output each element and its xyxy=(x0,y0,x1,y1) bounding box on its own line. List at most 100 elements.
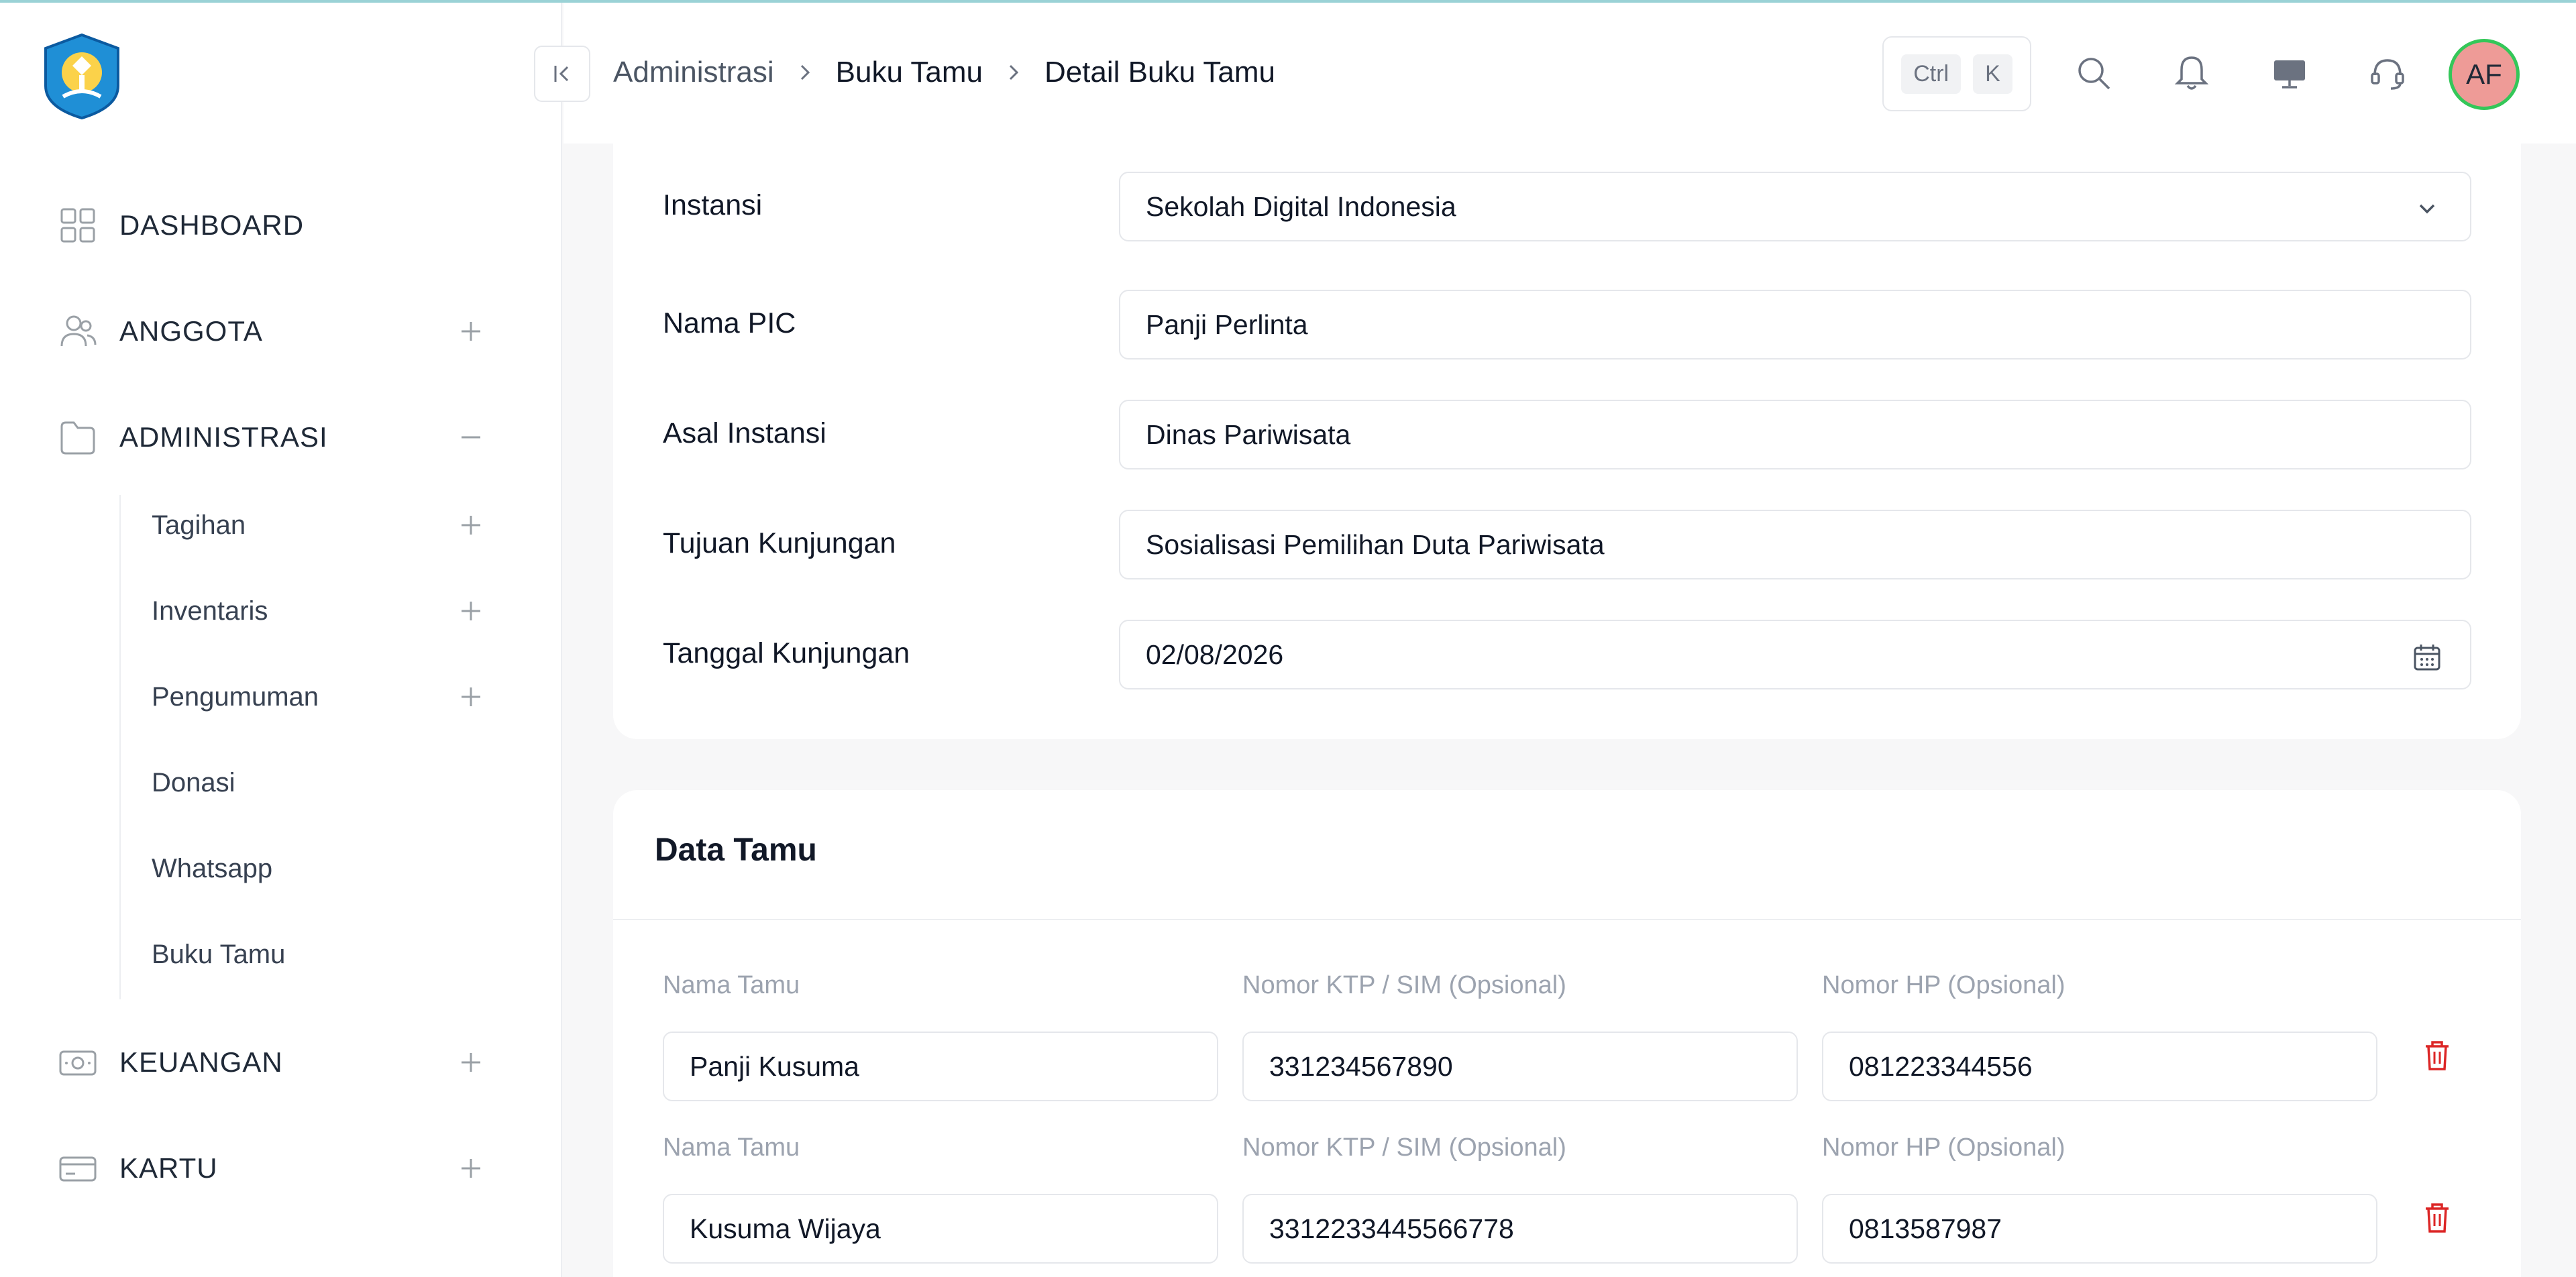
folder-icon xyxy=(60,421,95,455)
label-nama-pic: Nama PIC xyxy=(663,307,796,339)
collapse-left-icon xyxy=(554,66,569,82)
asal-instansi-input[interactable]: Dinas Pariwisata xyxy=(1119,400,2471,469)
guest-name-input[interactable]: Kusuma Wijaya xyxy=(663,1194,1218,1264)
guest-name-value: Kusuma Wijaya xyxy=(690,1213,881,1244)
guest-id-input[interactable]: 3312233445566778 xyxy=(1242,1194,1798,1264)
nav-keuangan[interactable]: KEUANGAN xyxy=(0,1029,562,1096)
card-divider xyxy=(613,919,2521,920)
nav-anggota-label: ANGGOTA xyxy=(119,315,263,347)
cash-icon xyxy=(59,1050,97,1076)
bell-icon[interactable] xyxy=(2171,52,2212,94)
guest-phone-input[interactable]: 081223344556 xyxy=(1822,1032,2377,1101)
guest-phone-value: 081223344556 xyxy=(1849,1050,2033,1082)
row-tanggal-kunjungan: Tanggal Kunjungan 02/08/2026 xyxy=(613,620,2471,689)
label-nomor-hp: Nomor HP (Opsional) xyxy=(1822,1133,2065,1162)
sidebar-item-buku-tamu[interactable]: Buku Tamu xyxy=(152,924,527,985)
sidebar-item-inventaris[interactable]: Inventaris xyxy=(152,581,527,641)
nav-kartu[interactable]: KARTU xyxy=(0,1135,562,1202)
row-asal-instansi: Asal Instansi Dinas Pariwisata xyxy=(613,400,2471,469)
app-logo[interactable] xyxy=(39,32,125,121)
chevron-down-icon xyxy=(2419,204,2435,214)
sidebar-item-label: Pengumuman xyxy=(152,681,319,712)
plus-icon[interactable] xyxy=(456,682,486,712)
nav-administrasi-label: ADMINISTRASI xyxy=(119,421,328,453)
plus-icon[interactable] xyxy=(456,510,486,540)
guest-id-input[interactable]: 331234567890 xyxy=(1242,1032,1798,1101)
avatar[interactable]: AF xyxy=(2449,39,2520,110)
asal-instansi-value: Dinas Pariwisata xyxy=(1146,419,1351,450)
guest-id-value: 331234567890 xyxy=(1269,1050,1453,1082)
guest-id-value: 3312233445566778 xyxy=(1269,1213,1514,1244)
label-asal-instansi: Asal Instansi xyxy=(663,417,826,449)
label-nomor-hp: Nomor HP (Opsional) xyxy=(1822,971,2065,999)
row-instansi: Instansi Sekolah Digital Indonesia xyxy=(613,172,2471,241)
chevron-right-icon xyxy=(1009,64,1019,80)
nav-dashboard-label: DASHBOARD xyxy=(119,209,305,241)
nav-administrasi[interactable]: ADMINISTRASI xyxy=(0,404,562,471)
monitor-icon[interactable] xyxy=(2269,52,2310,94)
nama-pic-value: Panji Perlinta xyxy=(1146,309,1308,340)
plus-icon[interactable] xyxy=(456,317,486,346)
sidebar-item-tagihan[interactable]: Tagihan xyxy=(152,495,527,555)
label-instansi: Instansi xyxy=(663,189,763,221)
label-nomor-ktp: Nomor KTP / SIM (Opsional) xyxy=(1242,1133,1566,1162)
label-tujuan-kunjungan: Tujuan Kunjungan xyxy=(663,527,896,559)
tujuan-kunjungan-input[interactable]: Sosialisasi Pemilihan Duta Pariwisata xyxy=(1119,510,2471,579)
kbd-k: K xyxy=(1973,54,2012,94)
nav-anggota[interactable]: ANGGOTA xyxy=(0,298,562,365)
tanggal-kunjungan-input[interactable]: 02/08/2026 xyxy=(1119,620,2471,689)
nama-pic-input[interactable]: Panji Perlinta xyxy=(1119,290,2471,359)
sidebar-item-donasi[interactable]: Donasi xyxy=(152,753,527,813)
sidebar-item-label: Inventaris xyxy=(152,596,268,626)
row-tujuan-kunjungan: Tujuan Kunjungan Sosialisasi Pemilihan D… xyxy=(613,510,2471,579)
submenu-guide-line xyxy=(119,495,121,999)
guest-name-value: Panji Kusuma xyxy=(690,1050,859,1082)
section-title-data-tamu: Data Tamu xyxy=(655,832,817,868)
sidebar-item-label: Donasi xyxy=(152,767,235,797)
avatar-initials: AF xyxy=(2466,58,2502,90)
search-icon[interactable] xyxy=(2073,52,2114,94)
label-nomor-ktp: Nomor KTP / SIM (Opsional) xyxy=(1242,971,1566,999)
plus-icon[interactable] xyxy=(456,596,486,626)
row-nama-pic: Nama PIC Panji Perlinta xyxy=(613,290,2471,359)
search-shortcut-button[interactable]: Ctrl K xyxy=(1882,36,2031,111)
guest-phone-input[interactable]: 0813587987 xyxy=(1822,1194,2377,1264)
calendar-icon[interactable] xyxy=(2411,641,2443,673)
dashboard-grid-icon xyxy=(60,208,95,243)
instansi-select[interactable]: Sekolah Digital Indonesia xyxy=(1119,172,2471,241)
breadcrumb-detail-buku-tamu: Detail Buku Tamu xyxy=(1044,56,1275,89)
breadcrumb-buku-tamu[interactable]: Buku Tamu xyxy=(836,56,983,89)
chevron-right-icon xyxy=(800,64,810,80)
label-tanggal-kunjungan: Tanggal Kunjungan xyxy=(663,637,910,669)
guest-phone-value: 0813587987 xyxy=(1849,1213,2002,1244)
delete-trash-icon[interactable] xyxy=(2419,1037,2455,1073)
tanggal-kunjungan-value: 02/08/2026 xyxy=(1146,638,1284,670)
plus-icon[interactable] xyxy=(456,1154,486,1183)
nav-dashboard[interactable]: DASHBOARD xyxy=(0,192,562,259)
guest-name-input[interactable]: Panji Kusuma xyxy=(663,1032,1218,1101)
visit-detail-card: Instansi Sekolah Digital Indonesia Nama … xyxy=(613,144,2521,739)
nav-kartu-label: KARTU xyxy=(119,1152,218,1184)
plus-icon[interactable] xyxy=(456,1048,486,1077)
sidebar-item-label: Buku Tamu xyxy=(152,939,286,969)
delete-trash-icon[interactable] xyxy=(2419,1199,2455,1235)
kbd-ctrl: Ctrl xyxy=(1901,54,1962,94)
sidebar-item-whatsapp[interactable]: Whatsapp xyxy=(152,838,527,899)
sidebar-item-pengumuman[interactable]: Pengumuman xyxy=(152,667,527,727)
headset-icon[interactable] xyxy=(2367,52,2408,94)
label-nama-tamu: Nama Tamu xyxy=(663,971,800,999)
tujuan-kunjungan-value: Sosialisasi Pemilihan Duta Pariwisata xyxy=(1146,529,1605,560)
breadcrumb: Administrasi Buku Tamu Detail Buku Tamu xyxy=(613,52,1275,93)
breadcrumb-administrasi[interactable]: Administrasi xyxy=(613,56,774,89)
guest-data-card: Data Tamu Nama Tamu Nomor KTP / SIM (Ops… xyxy=(613,790,2521,1277)
sidebar-item-label: Whatsapp xyxy=(152,853,273,883)
instansi-value: Sekolah Digital Indonesia xyxy=(1146,190,1456,222)
users-icon xyxy=(60,315,97,347)
collapse-sidebar-button[interactable] xyxy=(534,46,590,102)
nav-keuangan-label: KEUANGAN xyxy=(119,1046,283,1078)
label-nama-tamu: Nama Tamu xyxy=(663,1133,800,1162)
card-icon xyxy=(59,1156,97,1182)
sidebar: DASHBOARD ANGGOTA ADMINISTRASI Tagihan I… xyxy=(0,3,562,1277)
minus-icon[interactable] xyxy=(456,423,486,452)
sidebar-item-label: Tagihan xyxy=(152,510,246,540)
